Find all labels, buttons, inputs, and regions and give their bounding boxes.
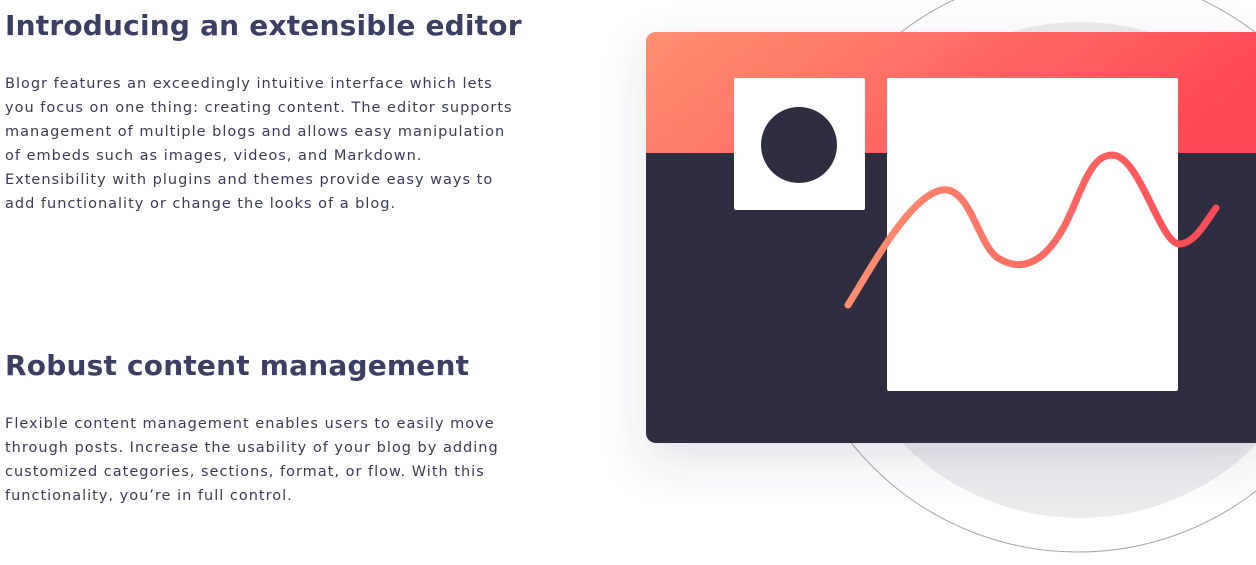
avatar xyxy=(761,107,837,183)
feature-content-management: Robust content management Flexible conte… xyxy=(5,348,525,508)
feature-description: Flexible content management enables user… xyxy=(5,416,499,504)
feature-title: Robust content management xyxy=(5,349,470,382)
content-page xyxy=(887,78,1178,391)
editor-illustration xyxy=(600,0,1256,565)
feature-extensible-editor: Introducing an extensible editor Blogr f… xyxy=(5,8,525,216)
editor-illustration-svg xyxy=(646,0,1256,553)
feature-description: Blogr features an exceedingly intuitive … xyxy=(5,76,513,212)
features-section: Introducing an extensible editor Blogr f… xyxy=(0,0,1256,565)
feature-title: Introducing an extensible editor xyxy=(5,9,522,42)
